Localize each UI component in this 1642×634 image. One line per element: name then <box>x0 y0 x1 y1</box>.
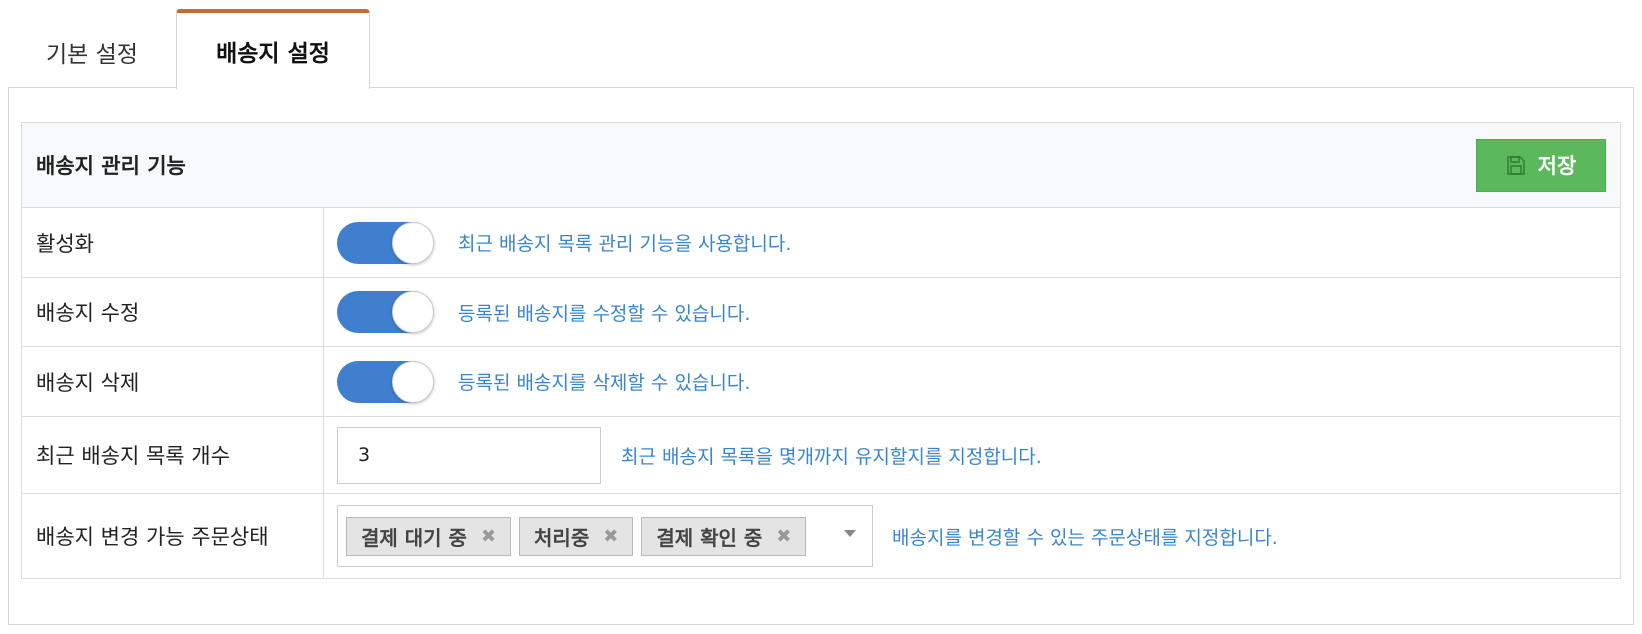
status-chip: 처리중 ✖ <box>519 516 634 556</box>
save-button[interactable]: 저장 <box>1476 138 1606 192</box>
setting-label: 활성화 <box>22 208 324 277</box>
recent-count-input[interactable] <box>337 426 601 484</box>
setting-help-text: 등록된 배송지를 삭제할 수 있습니다. <box>458 372 751 394</box>
tab-shipping-settings[interactable]: 배송지 설정 <box>176 9 370 89</box>
settings-table: 배송지 관리 기능 저장 활성화 최근 배송지 목록 관리 기능을 사용합니다. <box>21 122 1621 579</box>
setting-row-edit: 배송지 수정 등록된 배송지를 수정할 수 있습니다. <box>22 278 1620 347</box>
tab-basic-settings[interactable]: 기본 설정 <box>8 16 176 88</box>
save-button-label: 저장 <box>1537 154 1577 178</box>
order-status-multiselect[interactable]: 결제 대기 중 ✖ 처리중 ✖ 결제 확인 중 ✖ <box>337 505 873 567</box>
tab-panel: 배송지 관리 기능 저장 활성화 최근 배송지 목록 관리 기능을 사용합니다. <box>8 87 1634 625</box>
status-chip-label: 처리중 <box>534 525 590 550</box>
setting-label: 배송지 변경 가능 주문상태 <box>22 494 324 578</box>
caret-down-icon[interactable] <box>844 530 856 537</box>
close-icon[interactable]: ✖ <box>481 526 496 547</box>
close-icon[interactable]: ✖ <box>603 526 618 547</box>
status-chip: 결제 대기 중 ✖ <box>346 516 512 556</box>
setting-label: 최근 배송지 목록 개수 <box>22 417 324 493</box>
setting-row-statuses: 배송지 변경 가능 주문상태 결제 대기 중 ✖ 처리중 ✖ 결제 확인 중 ✖ <box>22 494 1620 578</box>
edit-toggle[interactable] <box>337 291 434 333</box>
section-title: 배송지 관리 기능 <box>36 154 186 178</box>
floppy-disk-icon <box>1506 155 1526 176</box>
setting-row-delete: 배송지 삭제 등록된 배송지를 삭제할 수 있습니다. <box>22 347 1620 417</box>
status-chip: 결제 확인 중 ✖ <box>641 516 807 556</box>
close-icon[interactable]: ✖ <box>776 526 791 547</box>
toggle-knob <box>392 221 434 264</box>
setting-help-text: 최근 배송지 목록 관리 기능을 사용합니다. <box>458 233 792 255</box>
delete-toggle[interactable] <box>337 360 434 403</box>
setting-help-text: 배송지를 변경할 수 있는 주문상태를 지정합니다. <box>892 526 1278 549</box>
setting-help-text: 최근 배송지 목록을 몇개까지 유지할지를 지정합니다. <box>621 445 1042 468</box>
status-chip-label: 결제 대기 중 <box>361 525 467 550</box>
setting-label: 배송지 삭제 <box>22 347 324 416</box>
section-header: 배송지 관리 기능 저장 <box>22 123 1620 208</box>
setting-row-count: 최근 배송지 목록 개수 최근 배송지 목록을 몇개까지 유지할지를 지정합니다… <box>22 417 1620 494</box>
activate-toggle[interactable] <box>337 221 434 264</box>
setting-label: 배송지 수정 <box>22 278 324 346</box>
toggle-knob <box>392 291 434 333</box>
status-chip-label: 결제 확인 중 <box>656 525 763 550</box>
setting-help-text: 등록된 배송지를 수정할 수 있습니다. <box>458 302 751 325</box>
toggle-knob <box>392 360 434 403</box>
tab-bar: 기본 설정 배송지 설정 <box>8 8 370 89</box>
setting-row-activate: 활성화 최근 배송지 목록 관리 기능을 사용합니다. <box>22 208 1620 278</box>
